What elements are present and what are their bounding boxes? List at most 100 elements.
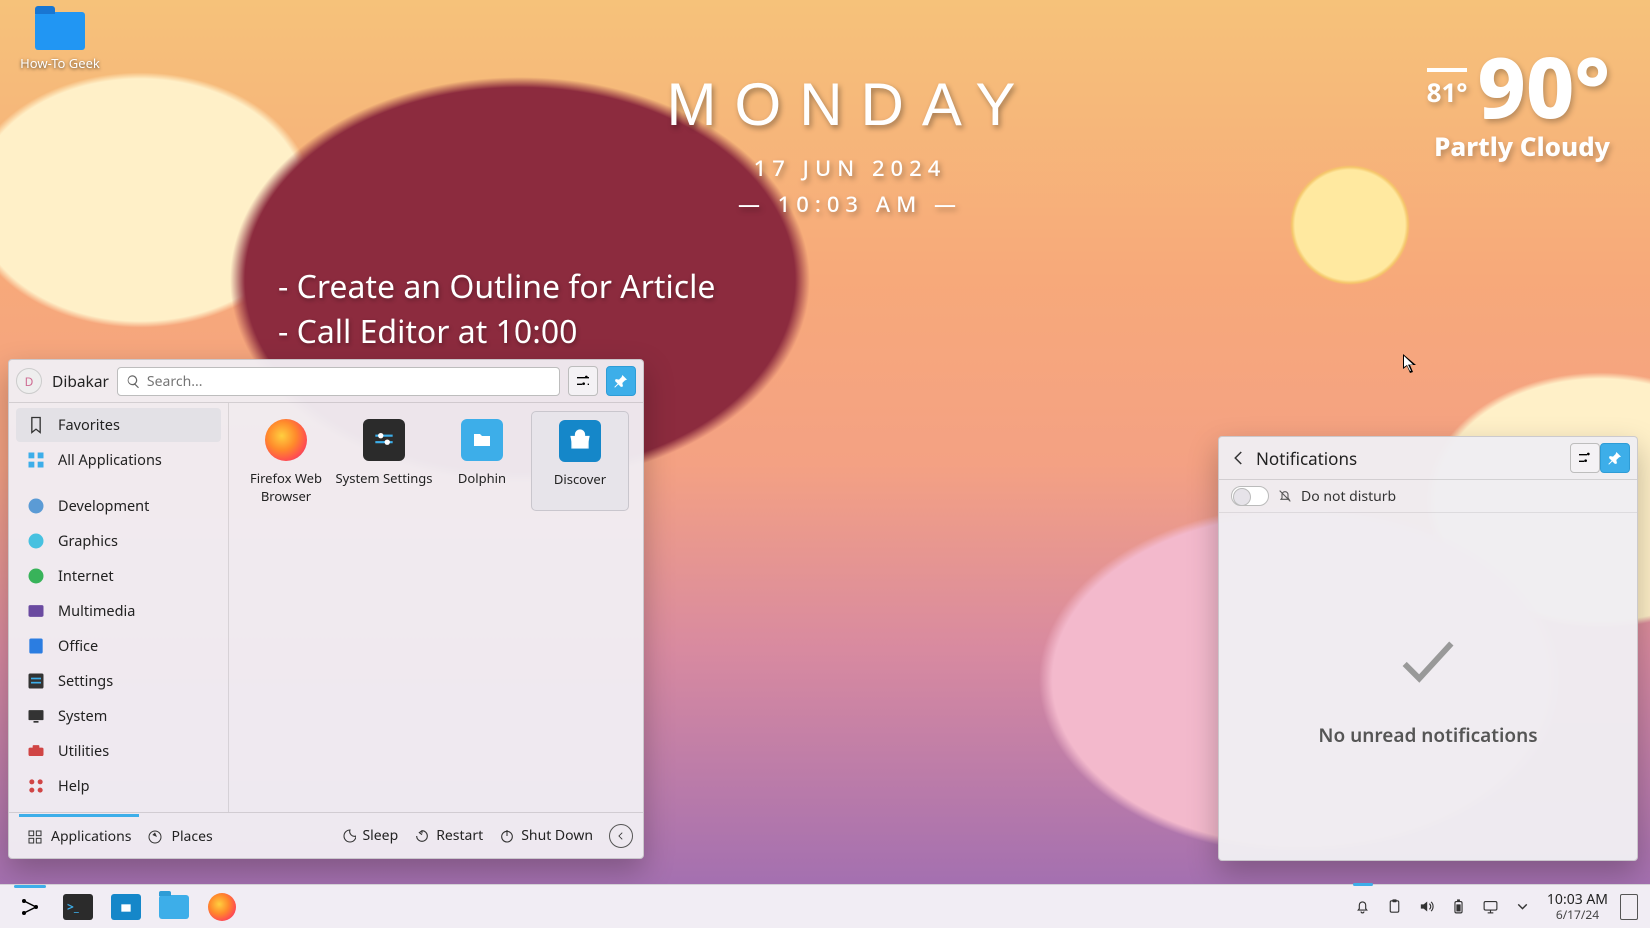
tab-applications[interactable]: Applications bbox=[19, 815, 139, 856]
app-tile-label: Discover bbox=[554, 470, 606, 488]
sidebar-item-system[interactable]: System bbox=[16, 699, 221, 733]
sidebar-item-favorites[interactable]: Favorites bbox=[16, 408, 221, 442]
action-label: Restart bbox=[436, 826, 483, 845]
tray-battery[interactable] bbox=[1447, 889, 1471, 925]
launcher-footer: Applications Places Sleep Restart Shut D… bbox=[9, 812, 643, 858]
app-tile-firefox[interactable]: Firefox Web Browser bbox=[237, 411, 335, 511]
action-label: Sleep bbox=[362, 826, 398, 845]
weather-widget: 81° 90° Partly Cloudy bbox=[1427, 48, 1610, 164]
clock-widget: MONDAY 17 JUN 2024 — 10:03 AM — bbox=[640, 70, 1060, 219]
taskbar-date: 6/17/24 bbox=[1547, 908, 1608, 921]
filter-button[interactable] bbox=[568, 366, 598, 396]
sidebar-item-all-apps[interactable]: All Applications bbox=[16, 443, 221, 477]
sidebar-item-utilities[interactable]: Utilities bbox=[16, 734, 221, 768]
pin-icon bbox=[613, 373, 629, 389]
notes-line: - Call Editor at 10:00 bbox=[278, 310, 715, 355]
sidebar-item-label: Development bbox=[58, 496, 149, 516]
system-icon bbox=[26, 706, 46, 726]
notifications-header: Notifications bbox=[1219, 437, 1637, 480]
username-label: Dibakar bbox=[50, 370, 109, 392]
dnd-toggle[interactable] bbox=[1231, 486, 1269, 506]
app-tile-label: System Settings bbox=[335, 469, 432, 487]
dnd-label: Do not disturb bbox=[1301, 487, 1396, 506]
kde-logo-icon bbox=[18, 895, 42, 919]
tray-expand[interactable] bbox=[1511, 889, 1535, 925]
volume-icon bbox=[1418, 898, 1435, 915]
launcher-header: D Dibakar bbox=[9, 360, 643, 403]
action-label: Shut Down bbox=[521, 826, 593, 845]
sliders-icon bbox=[1577, 450, 1593, 466]
taskbar-konsole[interactable]: >_ bbox=[56, 889, 100, 925]
help-icon bbox=[26, 776, 46, 796]
tray-network[interactable] bbox=[1479, 889, 1503, 925]
sidebar-item-label: Office bbox=[58, 636, 98, 656]
notifications-pin-button[interactable] bbox=[1600, 443, 1630, 473]
pin-button[interactable] bbox=[606, 366, 636, 396]
sidebar-item-graphics[interactable]: Graphics bbox=[16, 524, 221, 558]
sidebar-item-settings[interactable]: Settings bbox=[16, 664, 221, 698]
settings-category-icon bbox=[26, 671, 46, 691]
system-settings-icon bbox=[363, 419, 405, 461]
folder-icon bbox=[159, 895, 189, 919]
chevron-left-icon bbox=[616, 831, 626, 841]
sidebar-item-label: Settings bbox=[58, 671, 113, 691]
taskbar-clock[interactable]: 10:03 AM 6/17/24 bbox=[1539, 892, 1616, 921]
sidebar-item-label: Help bbox=[58, 776, 90, 796]
clock-date: 17 JUN 2024 bbox=[640, 153, 1060, 183]
taskbar-start-button[interactable] bbox=[8, 889, 52, 925]
sidebar-item-help[interactable]: Help bbox=[16, 769, 221, 803]
shutdown-button[interactable]: Shut Down bbox=[491, 820, 601, 851]
user-avatar[interactable]: D bbox=[16, 368, 42, 394]
pin-icon bbox=[1607, 450, 1623, 466]
sidebar-item-multimedia[interactable]: Multimedia bbox=[16, 594, 221, 628]
app-tile-discover[interactable]: Discover bbox=[531, 411, 629, 511]
launcher-content: Firefox Web Browser System Settings Dolp… bbox=[229, 403, 643, 812]
restart-button[interactable]: Restart bbox=[406, 820, 491, 851]
checkmark-icon bbox=[1393, 626, 1463, 696]
desktop-folder-label: How-To Geek bbox=[20, 54, 100, 72]
multimedia-icon bbox=[26, 601, 46, 621]
tray-notifications[interactable] bbox=[1351, 889, 1375, 925]
battery-icon bbox=[1450, 898, 1467, 915]
app-tile-dolphin[interactable]: Dolphin bbox=[433, 411, 531, 511]
internet-icon bbox=[26, 566, 46, 586]
bell-off-icon bbox=[1277, 488, 1293, 504]
tray-volume[interactable] bbox=[1415, 889, 1439, 925]
bookmark-icon bbox=[26, 415, 46, 435]
dolphin-icon bbox=[461, 419, 503, 461]
sidebar-item-label: Internet bbox=[58, 566, 114, 586]
discover-icon bbox=[559, 420, 601, 462]
sidebar-item-label: Graphics bbox=[58, 531, 118, 551]
back-button[interactable] bbox=[1226, 445, 1252, 471]
taskbar-dolphin[interactable] bbox=[152, 889, 196, 925]
sidebar-item-office[interactable]: Office bbox=[16, 629, 221, 663]
search-input[interactable] bbox=[147, 372, 551, 391]
notes-widget: - Create an Outline for Article - Call E… bbox=[278, 265, 715, 355]
office-icon bbox=[26, 636, 46, 656]
search-field-wrap[interactable] bbox=[117, 367, 560, 396]
power-icon bbox=[499, 828, 515, 844]
show-desktop-button[interactable] bbox=[1620, 894, 1638, 920]
tab-places[interactable]: Places bbox=[139, 815, 220, 856]
clipboard-icon bbox=[1386, 898, 1403, 915]
launcher-body: Favorites All Applications Development G… bbox=[9, 403, 643, 812]
tab-label: Places bbox=[171, 827, 212, 846]
sidebar-item-label: All Applications bbox=[58, 450, 162, 470]
sleep-icon bbox=[340, 828, 356, 844]
clock-time: — 10:03 AM — bbox=[640, 189, 1060, 219]
taskbar-firefox[interactable] bbox=[200, 889, 244, 925]
folder-icon bbox=[35, 12, 85, 50]
tray-clipboard[interactable] bbox=[1383, 889, 1407, 925]
taskbar-discover[interactable] bbox=[104, 889, 148, 925]
session-more-button[interactable] bbox=[609, 824, 633, 848]
app-tile-system-settings[interactable]: System Settings bbox=[335, 411, 433, 511]
desktop-folder[interactable]: How-To Geek bbox=[20, 12, 100, 72]
notifications-empty-message: No unread notifications bbox=[1318, 722, 1537, 748]
notifications-settings-button[interactable] bbox=[1570, 443, 1600, 473]
development-icon bbox=[26, 496, 46, 516]
sidebar-item-internet[interactable]: Internet bbox=[16, 559, 221, 593]
sidebar-item-development[interactable]: Development bbox=[16, 489, 221, 523]
network-icon bbox=[1482, 898, 1499, 915]
sleep-button[interactable]: Sleep bbox=[332, 820, 406, 851]
restart-icon bbox=[414, 828, 430, 844]
